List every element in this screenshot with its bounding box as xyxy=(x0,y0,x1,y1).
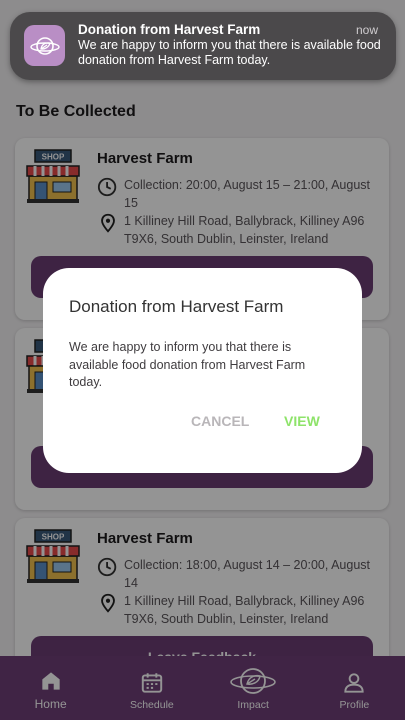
notification-body: We are happy to inform you that there is… xyxy=(78,38,381,67)
app-logo-icon xyxy=(24,25,65,66)
donation-dialog: Donation from Harvest Farm We are happy … xyxy=(43,268,362,473)
cancel-button[interactable]: CANCEL xyxy=(191,413,249,429)
notification-time: now xyxy=(355,23,378,37)
dialog-title: Donation from Harvest Farm xyxy=(69,297,284,316)
dialog-message: We are happy to inform you that there is… xyxy=(69,340,306,389)
view-button[interactable]: VIEW xyxy=(284,413,320,429)
notification-title: Donation from Harvest Farm xyxy=(78,22,261,37)
push-notification[interactable]: Donation from Harvest Farm now We are ha… xyxy=(10,12,396,80)
